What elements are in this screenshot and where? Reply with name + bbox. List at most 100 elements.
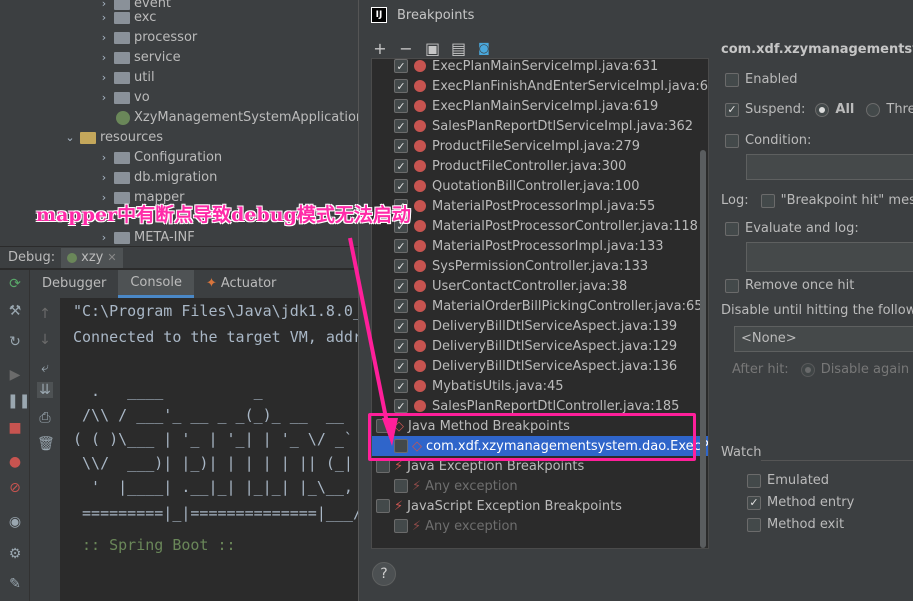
enabled-option[interactable]: Enabled — [725, 72, 798, 87]
condition-option[interactable]: Condition: — [725, 133, 811, 148]
chevron-right-icon[interactable]: › — [98, 8, 110, 28]
breakpoint-checkbox[interactable]: ✓ — [394, 139, 408, 153]
breakpoint-checkbox[interactable]: ✓ — [394, 239, 408, 253]
breakpoint-item[interactable]: ✓ SysPermissionController.java:133 — [372, 256, 708, 276]
wrench-icon[interactable]: ⚒ — [7, 303, 23, 319]
condition-field[interactable] — [746, 154, 913, 180]
tree-item[interactable]: › db.migration — [98, 168, 218, 188]
tree-item[interactable]: › service — [98, 48, 181, 68]
remove-breakpoint-icon[interactable]: − — [399, 39, 413, 58]
close-icon[interactable]: ✕ — [107, 251, 116, 264]
suspend-thread-radio[interactable] — [866, 102, 881, 117]
scroll-to-end-icon[interactable]: ⇊ — [37, 382, 53, 398]
chevron-right-icon[interactable]: › — [98, 168, 110, 188]
trash-icon[interactable]: 🗑 — [37, 436, 55, 452]
breakpoint-item[interactable]: ✓ MaterialPostProcessorController.java:11… — [372, 216, 708, 236]
restart-icon[interactable]: ↻ — [7, 334, 23, 350]
breakpoint-checkbox[interactable] — [394, 479, 408, 493]
chevron-down-icon[interactable]: ⌄ — [64, 128, 76, 148]
view-breakpoints-icon[interactable]: ● — [7, 454, 23, 470]
breakpoint-checkbox[interactable] — [376, 499, 390, 513]
breakpoint-item[interactable]: ✓ QuotationBillController.java:100 — [372, 176, 708, 196]
chevron-right-icon[interactable]: › — [98, 28, 110, 48]
tree-item[interactable]: › Configuration — [98, 148, 222, 168]
disable-until-select[interactable]: <None> — [734, 326, 913, 352]
suspend-checkbox[interactable]: ✓ — [725, 102, 739, 117]
method-entry-checkbox[interactable]: ✓ — [747, 495, 761, 510]
emulated-option[interactable]: Emulated — [747, 473, 829, 488]
breakpoint-item[interactable]: ⚡ Any exception — [372, 516, 708, 536]
disable-again-radio[interactable] — [800, 362, 815, 377]
breakpoint-item[interactable]: ✓ ExecPlanMainServiceImpl.java:631 — [372, 59, 708, 76]
enabled-checkbox[interactable] — [725, 72, 739, 87]
breakpoint-item[interactable]: ✓ SalesPlanReportDtlServiceImpl.java:362 — [372, 116, 708, 136]
breakpoint-checkbox[interactable]: ✓ — [394, 299, 408, 313]
suspend-all-radio[interactable] — [815, 102, 830, 117]
breakpoint-checkbox[interactable]: ✓ — [394, 179, 408, 193]
breakpoint-item[interactable]: ✓ UserContactController.java:38 — [372, 276, 708, 296]
group-by-file-icon[interactable]: ▤ — [451, 39, 466, 58]
remove-once-option[interactable]: Remove once hit — [725, 278, 854, 293]
group-by-folder-icon[interactable]: ▣ — [425, 39, 440, 58]
tree-item[interactable]: XzyManagementSystemApplication — [116, 108, 358, 128]
up-arrow-icon[interactable]: ↑ — [37, 306, 53, 322]
method-exit-checkbox[interactable] — [747, 517, 761, 532]
evaluate-field[interactable] — [746, 242, 913, 272]
condition-checkbox[interactable] — [725, 133, 739, 148]
settings-icon[interactable]: ⚙ — [7, 546, 23, 562]
breakpoint-checkbox[interactable] — [394, 519, 408, 533]
breakpoint-item[interactable]: ✓ MybatisUtils.java:45 — [372, 376, 708, 396]
breakpoint-checkbox[interactable]: ✓ — [394, 259, 408, 273]
resume-icon[interactable]: ▶ — [7, 367, 23, 383]
debug-session-tab[interactable]: xzy ✕ — [61, 247, 123, 268]
breakpoint-checkbox[interactable]: ✓ — [394, 359, 408, 373]
pause-icon[interactable]: ❚❚ — [7, 393, 30, 409]
breakpoint-checkbox[interactable]: ✓ — [394, 319, 408, 333]
chevron-right-icon[interactable]: › — [98, 148, 110, 168]
breakpoint-item[interactable]: ✓ DeliveryBillDtlServiceAspect.java:139 — [372, 316, 708, 336]
breakpoint-item[interactable]: ✓ ExecPlanFinishAndEnterServiceImpl.java:… — [372, 76, 708, 96]
breakpoint-item[interactable]: ⚡ Any exception — [372, 476, 708, 496]
down-arrow-icon[interactable]: ↓ — [37, 332, 53, 348]
mute-breakpoints-icon[interactable]: ⊘ — [7, 480, 23, 496]
stop-icon[interactable]: ■ — [7, 420, 23, 436]
breakpoint-item[interactable]: ✓ ProductFileController.java:300 — [372, 156, 708, 176]
breakpoint-item[interactable]: ✓ MaterialPostProcessorImpl.java:55 — [372, 196, 708, 216]
breakpoint-item[interactable]: ✓ MaterialOrderBillPickingController.java… — [372, 296, 708, 316]
breakpoint-checkbox[interactable]: ✓ — [394, 379, 408, 393]
breakpoint-checkbox[interactable]: ✓ — [394, 119, 408, 133]
tab-console[interactable]: Console — [118, 270, 194, 298]
group-by-class-icon[interactable]: ◙ — [477, 41, 491, 55]
pin-icon[interactable]: ✎ — [7, 576, 23, 592]
tree-item[interactable]: › vo — [98, 88, 150, 108]
tab-actuator[interactable]: ✦ Actuator — [194, 270, 288, 298]
breakpoint-checkbox[interactable]: ✓ — [394, 279, 408, 293]
remove-once-checkbox[interactable] — [725, 278, 739, 293]
chevron-right-icon[interactable]: › — [98, 68, 110, 88]
breakpoint-item[interactable]: ✓ DeliveryBillDtlServiceAspect.java:129 — [372, 336, 708, 356]
evaluate-checkbox[interactable] — [725, 221, 739, 236]
breakpoints-scrollbar[interactable] — [700, 150, 706, 548]
camera-icon[interactable]: ◉ — [7, 514, 23, 530]
print-icon[interactable]: ⎙ — [37, 410, 53, 426]
breakpoint-checkbox[interactable]: ✓ — [394, 399, 408, 413]
breakpoint-item[interactable]: ✓ MaterialPostProcessorImpl.java:133 — [372, 236, 708, 256]
help-button[interactable]: ? — [372, 562, 396, 586]
tree-item[interactable]: › META-INF — [98, 228, 195, 246]
emulated-checkbox[interactable] — [747, 473, 761, 488]
log-hit-checkbox[interactable] — [760, 193, 775, 208]
breakpoint-item[interactable]: ✓ ProductFileServiceImpl.java:279 — [372, 136, 708, 156]
evaluate-option[interactable]: Evaluate and log: — [725, 221, 859, 236]
breakpoint-group[interactable]: ⚡ JavaScript Exception Breakpoints — [372, 496, 708, 516]
tree-item[interactable]: › processor — [98, 28, 197, 48]
suspend-option[interactable]: ✓ Suspend: All Threa — [725, 102, 913, 117]
breakpoint-checkbox[interactable]: ✓ — [394, 59, 408, 73]
breakpoint-item[interactable]: ✓ DeliveryBillDtlServiceAspect.java:136 — [372, 356, 708, 376]
tree-item[interactable]: › exc — [98, 8, 157, 28]
breakpoint-item[interactable]: ✓ ExecPlanMainServiceImpl.java:619 — [372, 96, 708, 116]
rerun-icon[interactable]: ⟳ — [7, 276, 23, 292]
chevron-right-icon[interactable]: › — [98, 88, 110, 108]
breakpoint-checkbox[interactable]: ✓ — [394, 79, 408, 93]
add-breakpoint-icon[interactable]: + — [373, 39, 387, 58]
breakpoint-checkbox[interactable] — [376, 459, 390, 473]
